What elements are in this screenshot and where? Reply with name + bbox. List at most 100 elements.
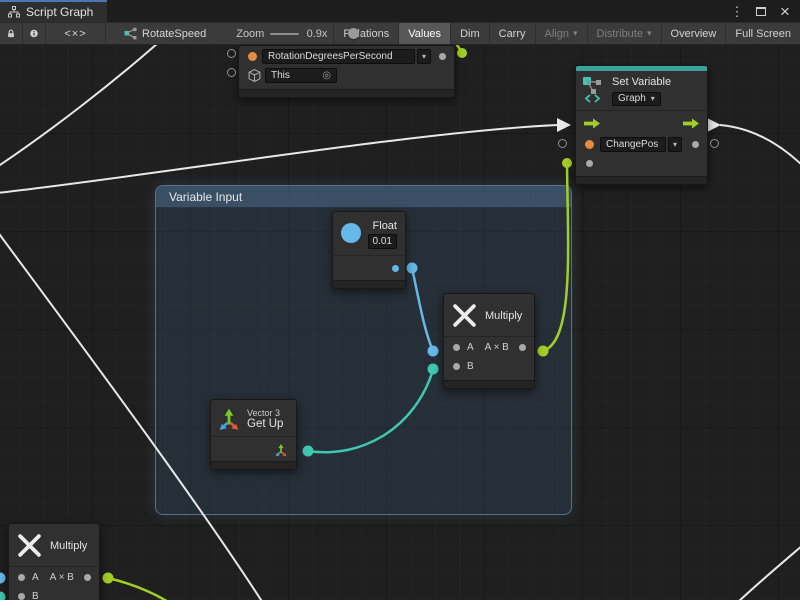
full-screen-button[interactable]: Full Screen [725,23,800,44]
graph-toolbar: <×> RotateSpeed Zoom 0.9x Relations Valu… [0,22,800,45]
script-graph-window: Script Graph ⋮ × <×> [0,0,800,600]
graph-variable-icon [582,76,606,103]
target-object-label: This [271,70,290,81]
variable-name-dropdown[interactable]: ChangePos [600,137,666,152]
tab-script-graph[interactable]: Script Graph [0,0,107,22]
zoom-slider[interactable] [270,23,298,44]
node-footer [333,280,405,288]
vector3-output-port-icon[interactable] [274,443,288,457]
output-port-result[interactable] [84,574,91,581]
flow-input-port-icon[interactable] [584,118,600,129]
variable-scope-dropdown[interactable]: Graph ▾ [612,92,661,106]
relations-button[interactable]: Relations [333,23,398,44]
node-title: Multiply [50,540,87,552]
port-label-result: A × B [50,572,74,583]
variable-name-dropdown[interactable]: RotationDegreesPerSecond [262,49,415,64]
float-value-field[interactable]: 0.01 [368,234,397,249]
scope-label: Graph [618,93,646,104]
unconnected-port-ring[interactable] [558,139,567,148]
node-footer [211,461,296,469]
close-icon[interactable]: × [778,3,792,19]
chevron-down-icon: ▾ [647,29,652,38]
graph-reference[interactable]: RotateSpeed [124,23,206,44]
vector3-icon [217,407,241,431]
variable-name-label: RotationDegreesPerSecond [268,51,393,62]
port-label-b: B [467,361,474,372]
input-port-b[interactable] [18,593,25,600]
node-title: Get Up [247,418,283,430]
distribute-button[interactable]: Distribute ▾ [587,23,661,44]
value-output-port[interactable] [692,141,699,148]
node-multiply-bottom[interactable]: Multiply A A × B B [8,523,100,600]
dim-label: Dim [460,28,480,40]
align-button[interactable]: Align ▾ [535,23,587,44]
values-label: Values [408,28,441,40]
node-title: Set Variable [612,76,671,88]
variable-port-icon[interactable] [248,52,257,61]
graph-tree-icon [8,6,20,18]
node-footer [444,380,534,388]
node-footer [576,176,707,184]
tab-bar: Script Graph ⋮ × [0,0,800,22]
zoom-value: 0.9x [307,23,328,44]
node-footer [239,89,454,97]
value-output-port[interactable] [439,53,446,60]
node-get-variable[interactable]: RotationDegreesPerSecond ▾ This ◎ [238,45,455,98]
input-port-b[interactable] [453,363,460,370]
graph-name-label: RotateSpeed [142,28,206,40]
info-icon [30,27,38,40]
dim-button[interactable]: Dim [450,23,489,44]
variable-name-label: ChangePos [606,139,658,150]
port-label-b: B [32,591,39,600]
overview-button[interactable]: Overview [661,23,726,44]
chevron-down-icon[interactable]: ▾ [668,137,682,152]
object-picker-icon[interactable]: ◎ [322,70,331,81]
full-screen-label: Full Screen [735,28,791,40]
value-output-port[interactable] [392,265,399,272]
maximize-icon[interactable] [754,3,768,19]
flow-output-port-icon[interactable] [683,118,699,129]
inspect-button[interactable] [23,23,46,44]
node-vector3-get-up[interactable]: Vector 3 Get Up [210,399,297,470]
node-set-variable[interactable]: Set Variable Graph ▾ ChangePos [575,65,708,185]
group-header[interactable]: Variable Input [156,186,571,208]
maximize-glyph [756,7,766,16]
port-label-a: A [32,572,39,583]
chevron-down-icon: ▾ [651,94,655,103]
carry-label: Carry [499,28,526,40]
code-view-button[interactable]: <×> [46,23,106,44]
target-object-field[interactable]: This ◎ [265,68,337,83]
multiply-icon [452,303,477,328]
output-port-result[interactable] [519,344,526,351]
value-input-port[interactable] [586,160,593,167]
node-float-literal[interactable]: Float 0.01 [332,211,406,289]
node-multiply[interactable]: Multiply A A × B B [443,293,535,389]
unconnected-port-ring[interactable] [227,49,236,58]
float-value: 0.01 [373,236,392,247]
cube-icon [248,69,261,82]
lock-icon [7,27,15,40]
input-port-a[interactable] [18,574,25,581]
lock-button[interactable] [0,23,23,44]
unconnected-port-ring[interactable] [227,68,236,77]
embed-graph-icon [124,27,137,40]
group-title: Variable Input [169,190,242,204]
port-label-a: A [467,342,474,353]
values-button[interactable]: Values [398,23,450,44]
zoom-label: Zoom [236,23,264,44]
node-type-label: Vector 3 [247,408,283,418]
chevron-down-icon[interactable]: ▾ [417,49,431,64]
align-label: Align [545,28,569,40]
input-port-a[interactable] [453,344,460,351]
window-menu-icon[interactable]: ⋮ [730,3,744,19]
overview-label: Overview [671,28,717,40]
unconnected-port-ring[interactable] [710,139,719,148]
node-title: Multiply [485,310,522,322]
window-controls: ⋮ × [730,0,800,22]
node-title: Float [373,220,397,232]
carry-button[interactable]: Carry [489,23,535,44]
variable-port-icon[interactable] [585,140,594,149]
tabbar-spacer [107,0,730,22]
zoom-slider-track[interactable] [270,33,298,35]
tab-title: Script Graph [26,5,93,19]
